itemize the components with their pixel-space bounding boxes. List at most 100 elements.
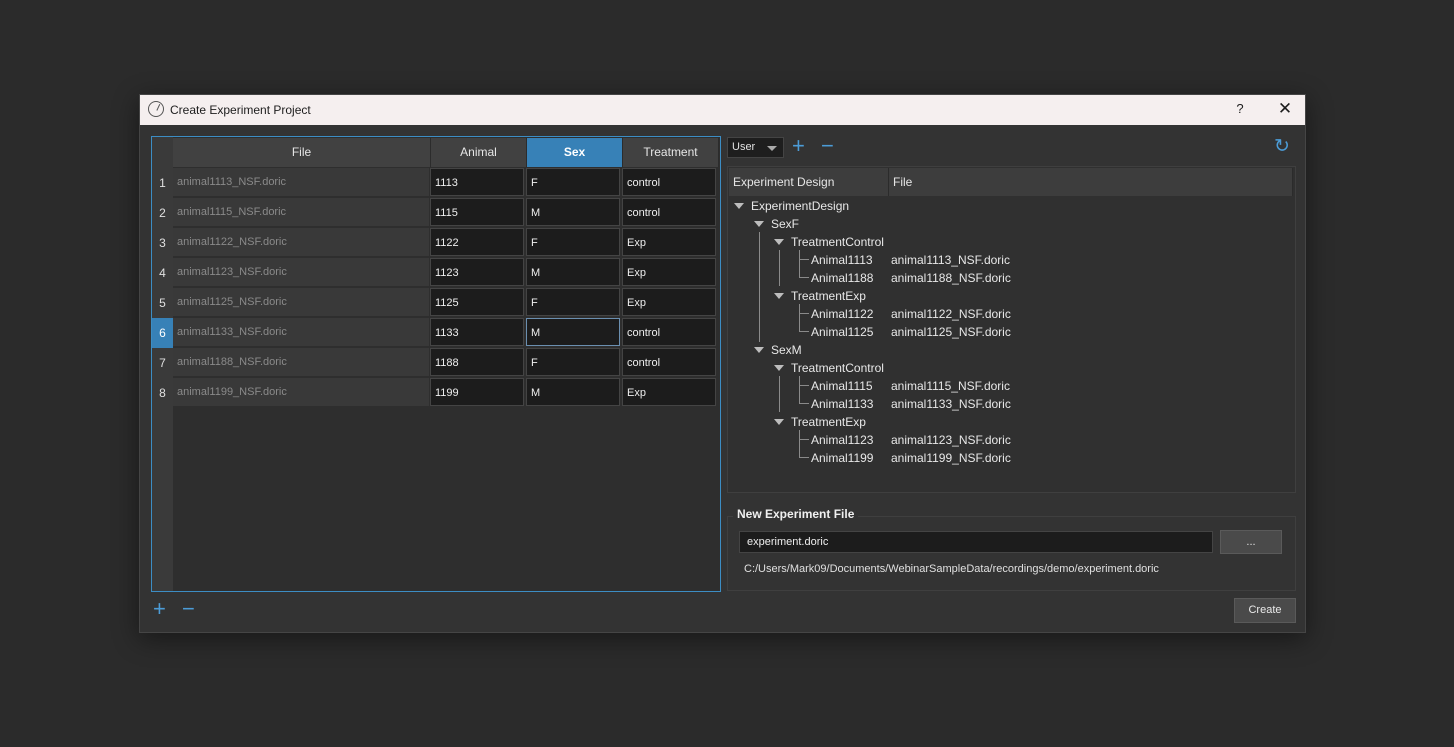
expand-arrow-icon[interactable] — [774, 293, 784, 299]
tree-branch-line — [799, 259, 809, 260]
expand-arrow-icon[interactable] — [774, 365, 784, 371]
tree-node-animal[interactable]: Animal1122 — [811, 307, 873, 321]
expand-arrow-icon[interactable] — [774, 239, 784, 245]
sex-cell[interactable]: F — [526, 168, 620, 196]
expand-arrow-icon[interactable] — [754, 221, 764, 227]
expand-arrow-icon[interactable] — [754, 347, 764, 353]
file-cell: animal1133_NSF.doric — [173, 318, 429, 346]
animal-cell[interactable]: 1113 — [430, 168, 524, 196]
tree-file: animal1133_NSF.doric — [891, 397, 1011, 411]
treatment-cell[interactable]: control — [622, 318, 716, 346]
new-experiment-file-group — [727, 516, 1296, 591]
tree-node-sexf[interactable]: SexF — [771, 217, 799, 231]
treatment-cell[interactable]: Exp — [622, 378, 716, 406]
tree-node-root[interactable]: ExperimentDesign — [751, 199, 849, 213]
treatment-cell[interactable]: Exp — [622, 288, 716, 316]
file-cell: animal1199_NSF.doric — [173, 378, 429, 406]
animal-cell[interactable]: 1123 — [430, 258, 524, 286]
tree-node-sexf-exp[interactable]: TreatmentExp — [791, 289, 866, 303]
row-number[interactable]: 5 — [152, 288, 173, 318]
browse-button[interactable]: ... — [1220, 530, 1282, 554]
treatment-cell[interactable]: control — [622, 348, 716, 376]
tree-file: animal1199_NSF.doric — [891, 451, 1011, 465]
mode-select-value: User — [732, 141, 756, 153]
tree-file: animal1113_NSF.doric — [891, 253, 1010, 267]
sex-cell[interactable]: M — [526, 378, 620, 406]
tree-node-animal[interactable]: Animal1125 — [811, 325, 873, 339]
remove-level-icon[interactable]: − — [821, 135, 834, 157]
tree-node-animal[interactable]: Animal1115 — [811, 379, 873, 393]
row-number[interactable]: 3 — [152, 228, 173, 258]
treatment-cell[interactable]: control — [622, 198, 716, 226]
treatment-cell[interactable]: control — [622, 168, 716, 196]
tree-header-file[interactable]: File — [889, 168, 1293, 196]
chevron-down-icon — [767, 146, 777, 151]
sex-cell[interactable]: M — [526, 258, 620, 286]
animal-cell[interactable]: 1122 — [430, 228, 524, 256]
remove-row-icon[interactable]: − — [182, 598, 195, 620]
animal-cell[interactable]: 1125 — [430, 288, 524, 316]
tree-branch-line — [799, 430, 800, 457]
sex-cell[interactable]: M — [526, 318, 620, 346]
animal-cell[interactable]: 1188 — [430, 348, 524, 376]
tree-file: animal1123_NSF.doric — [891, 433, 1011, 447]
column-header-treatment[interactable]: Treatment — [623, 138, 719, 167]
tree-node-sexf-control[interactable]: TreatmentControl — [791, 235, 884, 249]
tree-node-sexm[interactable]: SexM — [771, 343, 802, 357]
tree-branch-line — [799, 439, 809, 440]
tree-node-sexm-control[interactable]: TreatmentControl — [791, 361, 884, 375]
animal-table: File Animal Sex Treatment 1 animal1113_N… — [151, 136, 721, 592]
sex-cell[interactable]: F — [526, 288, 620, 316]
refresh-icon[interactable]: ↻ — [1274, 137, 1294, 157]
tree-branch-line — [759, 232, 760, 342]
dialog-body: File Animal Sex Treatment 1 animal1113_N… — [140, 95, 1305, 632]
output-path: C:/Users/Mark09/Documents/WebinarSampleD… — [744, 563, 1159, 575]
column-header-animal[interactable]: Animal — [431, 138, 527, 167]
animal-cell[interactable]: 1115 — [430, 198, 524, 226]
tree-node-animal[interactable]: Animal1199 — [811, 451, 873, 465]
tree-file: animal1188_NSF.doric — [891, 271, 1011, 285]
column-header-sex[interactable]: Sex — [527, 138, 623, 167]
tree-node-animal[interactable]: Animal1188 — [811, 271, 873, 285]
tree-file: animal1122_NSF.doric — [891, 307, 1011, 321]
row-number[interactable]: 7 — [152, 348, 173, 378]
animal-cell[interactable]: 1133 — [430, 318, 524, 346]
create-button[interactable]: Create — [1234, 598, 1296, 623]
row-number[interactable]: 8 — [152, 378, 173, 408]
tree-node-sexm-exp[interactable]: TreatmentExp — [791, 415, 866, 429]
treatment-cell[interactable]: Exp — [622, 228, 716, 256]
experiment-design-tree: Experiment Design File ExperimentDesign — [727, 166, 1296, 493]
tree-branch-line — [799, 457, 809, 458]
tree-node-animal[interactable]: Animal1133 — [811, 397, 873, 411]
tree-node-animal[interactable]: Animal1123 — [811, 433, 873, 447]
row-number[interactable]: 1 — [152, 168, 173, 198]
file-cell: animal1123_NSF.doric — [173, 258, 429, 286]
tree-header-design[interactable]: Experiment Design — [729, 168, 889, 196]
file-cell: animal1125_NSF.doric — [173, 288, 429, 316]
experiment-filename-input[interactable]: experiment.doric — [739, 531, 1213, 553]
mode-select[interactable]: User — [727, 137, 784, 158]
tree-node-animal[interactable]: Animal1113 — [811, 253, 873, 267]
row-number[interactable]: 4 — [152, 258, 173, 288]
tree-file: animal1125_NSF.doric — [891, 325, 1011, 339]
row-number[interactable]: 2 — [152, 198, 173, 228]
tree-branch-line — [799, 313, 809, 314]
tree-file: animal1115_NSF.doric — [891, 379, 1010, 393]
sex-cell[interactable]: F — [526, 228, 620, 256]
add-row-icon[interactable]: + — [153, 598, 166, 620]
file-cell: animal1122_NSF.doric — [173, 228, 429, 256]
file-cell: animal1115_NSF.doric — [173, 198, 429, 226]
tree-branch-line — [799, 403, 809, 404]
create-experiment-dialog: Create Experiment Project ? ✕ File Anima… — [139, 94, 1306, 633]
expand-arrow-icon[interactable] — [774, 419, 784, 425]
file-cell: animal1188_NSF.doric — [173, 348, 429, 376]
sex-cell[interactable]: F — [526, 348, 620, 376]
column-header-file[interactable]: File — [173, 138, 431, 167]
sex-cell[interactable]: M — [526, 198, 620, 226]
animal-cell[interactable]: 1199 — [430, 378, 524, 406]
tree-branch-line — [799, 385, 809, 386]
expand-arrow-icon[interactable] — [734, 203, 744, 209]
treatment-cell[interactable]: Exp — [622, 258, 716, 286]
row-number[interactable]: 6 — [152, 318, 173, 348]
add-level-icon[interactable]: + — [792, 135, 805, 157]
